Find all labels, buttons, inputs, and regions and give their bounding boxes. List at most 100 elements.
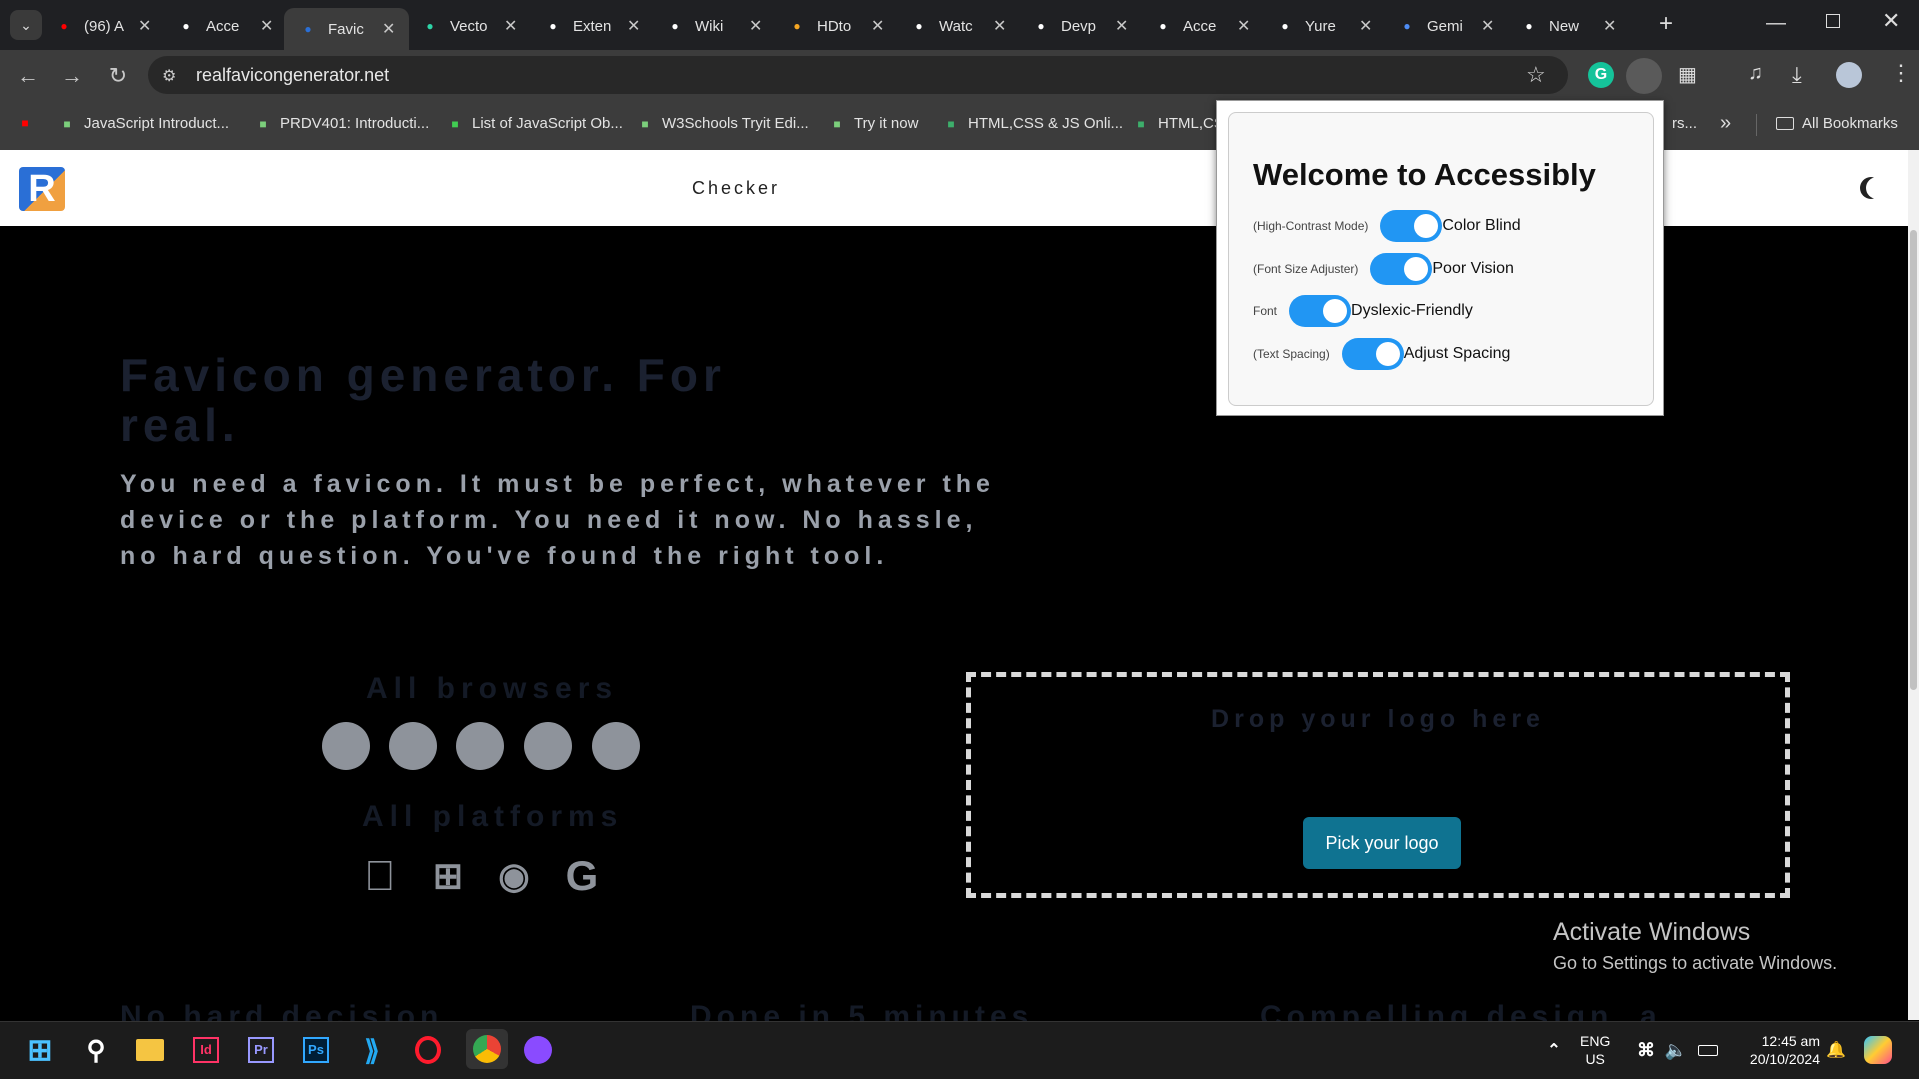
browser-tab[interactable]: ● Gemi ✕: [1397, 10, 1494, 42]
bookmark-item[interactable]: ■ Try it now: [828, 115, 918, 132]
close-tab-icon[interactable]: ✕: [1237, 16, 1250, 36]
close-tab-icon[interactable]: ✕: [749, 16, 762, 36]
tab-title: Devp: [1061, 17, 1097, 35]
bookmark-item[interactable]: ■ HTML,CS: [1132, 115, 1223, 132]
bookmark-item[interactable]: ■: [16, 115, 42, 131]
logo-drop-zone[interactable]: Drop your logo here Pick your logo: [966, 672, 1790, 898]
chrome-icon: ●: [1525, 19, 1533, 33]
bookmark-star-icon[interactable]: ☆: [1526, 62, 1546, 88]
address-bar[interactable]: ⚙ realfavicongenerator.net ☆: [148, 56, 1568, 94]
browser-menu-icon[interactable]: ⋮: [1890, 60, 1912, 86]
downloads-icon[interactable]: ⤓: [1792, 62, 1802, 88]
browser-tab[interactable]: ● Devp ✕: [1031, 10, 1128, 42]
chrome-browser-icon: [322, 722, 370, 770]
file-explorer-icon[interactable]: [134, 1034, 166, 1066]
bookmark-item[interactable]: ■ W3Schools Tryit Edi...: [636, 115, 808, 132]
browser-tab[interactable]: ● (96) A ✕: [54, 10, 151, 42]
wifi-icon[interactable]: ⌘: [1630, 1034, 1662, 1066]
close-tab-icon[interactable]: ✕: [871, 16, 884, 36]
hero-title: Favicon generator. For real.: [120, 349, 726, 451]
bookmark-item[interactable]: ■ PRDV401: Introducti...: [254, 115, 429, 132]
close-tab-icon[interactable]: ✕: [627, 16, 640, 36]
language-indicator[interactable]: ENG US: [1580, 1032, 1610, 1068]
close-tab-icon[interactable]: ✕: [1481, 16, 1494, 36]
site-info-icon[interactable]: ⚙: [162, 66, 176, 86]
bookmark-item[interactable]: ■ HTML,CSS & JS Onli...: [942, 115, 1123, 132]
battery-icon[interactable]: [1692, 1034, 1724, 1066]
restore-button[interactable]: [1826, 14, 1840, 28]
extensions-puzzle-icon[interactable]: ▦: [1678, 62, 1697, 87]
url-text[interactable]: realfavicongenerator.net: [196, 65, 389, 86]
close-tab-icon[interactable]: ✕: [504, 16, 517, 36]
reload-button[interactable]: ↻: [104, 62, 132, 90]
drop-zone-label: Drop your logo here: [1211, 705, 1545, 733]
browser-tab[interactable]: ● Acce ✕: [176, 10, 273, 42]
browser-tab[interactable]: ● Watc ✕: [909, 10, 1006, 42]
minimize-button[interactable]: —: [1766, 12, 1786, 35]
close-tab-icon[interactable]: ✕: [1603, 16, 1616, 36]
firefox-browser-icon: [524, 722, 572, 770]
tab-title: New: [1549, 17, 1580, 35]
all-bookmarks-button[interactable]: All Bookmarks: [1776, 115, 1898, 132]
premiere-icon[interactable]: Pr: [245, 1034, 277, 1066]
close-tab-icon[interactable]: ✕: [1115, 16, 1128, 36]
browser-tab[interactable]: ● Wiki ✕: [665, 10, 762, 42]
profile-avatar[interactable]: [1836, 62, 1862, 88]
bookmark-item[interactable]: ■ JavaScript Introduct...: [58, 115, 229, 132]
dark-mode-moon-icon[interactable]: [1866, 177, 1888, 199]
gemini-icon: ●: [1403, 19, 1411, 33]
chrome-icon[interactable]: [466, 1029, 508, 1069]
dyslexic-friendly-toggle[interactable]: [1289, 295, 1352, 327]
copilot-icon[interactable]: [1862, 1034, 1894, 1066]
poor-vision-toggle[interactable]: [1370, 253, 1433, 285]
forward-button[interactable]: →: [58, 62, 86, 90]
folder-icon: [1776, 117, 1794, 130]
accessibly-extension-icon[interactable]: [1626, 58, 1662, 94]
photoshop-icon[interactable]: Ps: [300, 1034, 332, 1066]
volume-icon[interactable]: 🔈: [1660, 1034, 1692, 1066]
windows-start-icon[interactable]: ⊞: [24, 1034, 56, 1067]
color-blind-toggle[interactable]: [1380, 210, 1443, 242]
close-tab-icon[interactable]: ✕: [993, 16, 1006, 36]
notification-bell-icon[interactable]: 🔔: [1820, 1034, 1852, 1066]
show-hidden-icons-chevron-icon[interactable]: ⌃: [1538, 1034, 1570, 1066]
pick-logo-button[interactable]: Pick your logo: [1303, 817, 1461, 869]
browser-tab[interactable]: ● New ✕: [1519, 10, 1616, 42]
tab-title: Acce: [1183, 17, 1217, 35]
close-tab-icon[interactable]: ✕: [1359, 16, 1372, 36]
grammarly-extension-icon[interactable]: G: [1588, 62, 1614, 88]
system-clock[interactable]: 12:45 am 20/10/2024: [1728, 1032, 1820, 1068]
browser-tab[interactable]: ● Exten ✕: [543, 10, 640, 42]
github-desktop-icon[interactable]: [522, 1034, 554, 1066]
opera-icon[interactable]: [412, 1034, 444, 1066]
more-bookmarks-icon[interactable]: »: [1720, 112, 1731, 135]
bookmark-item[interactable]: ■ List of JavaScript Ob...: [446, 115, 623, 132]
puzzle-icon: ●: [549, 19, 557, 33]
browser-tab[interactable]: ● HDto ✕: [787, 10, 884, 42]
option-adjust-spacing: (Text Spacing) Adjust Spacing: [1253, 338, 1510, 370]
back-button[interactable]: ←: [14, 62, 42, 90]
bookmark-label: JavaScript Introduct...: [84, 115, 230, 132]
indesign-icon[interactable]: Id: [190, 1034, 222, 1066]
tab-search-button[interactable]: ⌄: [10, 10, 42, 40]
new-tab-button[interactable]: +: [1652, 10, 1680, 38]
adjust-spacing-toggle[interactable]: [1341, 338, 1404, 370]
close-tab-icon[interactable]: ✕: [138, 16, 151, 36]
nav-checker-link[interactable]: Checker: [692, 178, 780, 199]
bookmark-item[interactable]: rs...: [1672, 115, 1697, 132]
vscode-icon[interactable]: ⟫: [356, 1034, 388, 1066]
browser-tab[interactable]: ● Favic ✕: [284, 8, 410, 50]
page-scrollbar[interactable]: [1908, 150, 1919, 1020]
search-icon[interactable]: ⚲: [80, 1034, 112, 1066]
all-platforms-heading: All platforms: [362, 800, 624, 833]
close-window-button[interactable]: ✕: [1882, 8, 1900, 34]
close-tab-icon[interactable]: ✕: [382, 19, 395, 39]
scrollbar-thumb[interactable]: [1910, 230, 1917, 690]
p-icon: ■: [833, 116, 841, 131]
close-tab-icon[interactable]: ✕: [260, 16, 273, 36]
site-logo[interactable]: R: [19, 167, 65, 211]
browser-tab[interactable]: ● Vecto ✕: [420, 10, 517, 42]
browser-tab[interactable]: ● Yure ✕: [1275, 10, 1372, 42]
browser-tab[interactable]: ● Acce ✕: [1153, 10, 1250, 42]
media-control-icon[interactable]: ♫: [1748, 62, 1763, 85]
